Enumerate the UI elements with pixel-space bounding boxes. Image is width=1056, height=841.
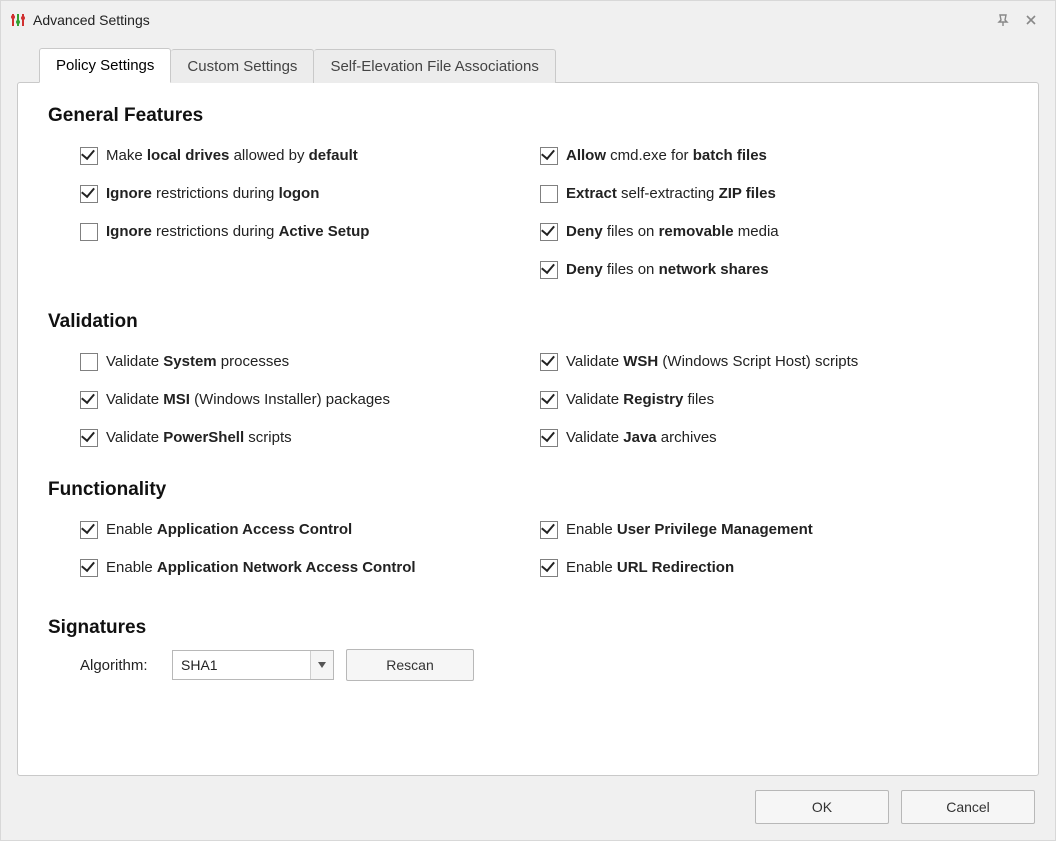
- checkbox-label: Validate Java archives: [566, 427, 717, 449]
- checkbox-option[interactable]: Allow cmd.exe for batch files: [540, 141, 1008, 171]
- checkbox-option[interactable]: Extract self-extracting ZIP files: [540, 179, 1008, 209]
- app-icon: [9, 11, 27, 29]
- checkbox-label: Enable User Privilege Management: [566, 519, 813, 541]
- checkbox-option[interactable]: Validate WSH (Windows Script Host) scrip…: [540, 347, 1008, 377]
- checkbox-label: Enable Application Access Control: [106, 519, 352, 541]
- checkbox[interactable]: [80, 521, 98, 539]
- section-title: Functionality: [48, 479, 1008, 501]
- checkbox-label: Validate PowerShell scripts: [106, 427, 292, 449]
- section-validation: Validation Validate System processesVali…: [48, 311, 1008, 457]
- client-area: Policy Settings Custom Settings Self-Ele…: [1, 37, 1055, 840]
- ok-button[interactable]: OK: [755, 790, 889, 824]
- checkbox-label: Deny files on network shares: [566, 259, 769, 281]
- checkbox-option[interactable]: Deny files on removable media: [540, 217, 1008, 247]
- functionality-right-col: Enable User Privilege Management Enable U…: [508, 511, 1008, 587]
- checkbox-label: Extract self-extracting ZIP files: [566, 183, 776, 205]
- checkbox-label: Validate System processes: [106, 351, 289, 373]
- checkbox[interactable]: [80, 391, 98, 409]
- general-right-col: Allow cmd.exe for batch files Extract sel…: [508, 137, 1008, 289]
- checkbox-option[interactable]: Enable User Privilege Management: [540, 515, 1008, 545]
- algorithm-value: SHA1: [173, 657, 310, 673]
- checkbox[interactable]: [540, 353, 558, 371]
- checkbox[interactable]: [80, 353, 98, 371]
- checkbox[interactable]: [540, 185, 558, 203]
- validation-left-col: Validate System processes Validate MSI (W…: [48, 343, 508, 457]
- tab-label: Custom Settings: [187, 58, 297, 75]
- tab-self-elevation[interactable]: Self-Elevation File Associations: [314, 49, 555, 83]
- checkbox-option[interactable]: Enable Application Access Control: [80, 515, 508, 545]
- checkbox-option[interactable]: Validate Java archives: [540, 423, 1008, 453]
- checkbox[interactable]: [80, 223, 98, 241]
- checkbox-label: Ignore restrictions during logon: [106, 183, 319, 205]
- checkbox-option[interactable]: Validate Registry files: [540, 385, 1008, 415]
- checkbox-label: Validate MSI (Windows Installer) package…: [106, 389, 390, 411]
- checkbox-label: Enable URL Redirection: [566, 557, 734, 579]
- checkbox[interactable]: [540, 391, 558, 409]
- button-label: Rescan: [386, 657, 433, 673]
- rescan-button[interactable]: Rescan: [346, 649, 474, 681]
- checkbox-label: Validate WSH (Windows Script Host) scrip…: [566, 351, 858, 373]
- checkbox[interactable]: [540, 429, 558, 447]
- checkbox-label: Deny files on removable media: [566, 221, 779, 243]
- general-left-col: Make local drives allowed by default Igno…: [48, 137, 508, 289]
- cancel-button[interactable]: Cancel: [901, 790, 1035, 824]
- checkbox-label: Allow cmd.exe for batch files: [566, 145, 767, 167]
- checkbox-option[interactable]: Ignore restrictions during logon: [80, 179, 508, 209]
- checkbox[interactable]: [540, 261, 558, 279]
- tab-custom-settings[interactable]: Custom Settings: [171, 49, 314, 83]
- section-title: Validation: [48, 311, 1008, 333]
- checkbox-option[interactable]: Deny files on network shares: [540, 255, 1008, 285]
- checkbox-option[interactable]: Validate PowerShell scripts: [80, 423, 508, 453]
- validation-right-col: Validate WSH (Windows Script Host) scrip…: [508, 343, 1008, 457]
- window-title: Advanced Settings: [33, 12, 150, 28]
- tab-label: Policy Settings: [56, 57, 154, 74]
- checkbox[interactable]: [540, 223, 558, 241]
- chevron-down-icon: [310, 651, 333, 679]
- checkbox-label: Enable Application Network Access Contro…: [106, 557, 416, 579]
- dialog-footer: OK Cancel: [17, 776, 1039, 824]
- functionality-left-col: Enable Application Access Control Enable …: [48, 511, 508, 587]
- checkbox-option[interactable]: Validate MSI (Windows Installer) package…: [80, 385, 508, 415]
- button-label: Cancel: [946, 799, 990, 815]
- section-signatures: Signatures Algorithm: SHA1 Rescan: [48, 617, 1008, 681]
- section-title: General Features: [48, 105, 1008, 127]
- tabstrip: Policy Settings Custom Settings Self-Ele…: [17, 47, 1039, 82]
- checkbox[interactable]: [80, 147, 98, 165]
- checkbox[interactable]: [80, 429, 98, 447]
- checkbox[interactable]: [80, 185, 98, 203]
- tabpanel-policy-settings: General Features Make local drives allow…: [17, 82, 1039, 776]
- checkbox[interactable]: [540, 521, 558, 539]
- tab-label: Self-Elevation File Associations: [330, 58, 538, 75]
- checkbox[interactable]: [80, 559, 98, 577]
- checkbox-label: Validate Registry files: [566, 389, 714, 411]
- close-icon[interactable]: [1017, 9, 1045, 31]
- advanced-settings-window: Advanced Settings Policy Settings Custom…: [0, 0, 1056, 841]
- section-general-features: General Features Make local drives allow…: [48, 105, 1008, 289]
- checkbox[interactable]: [540, 147, 558, 165]
- algorithm-dropdown[interactable]: SHA1: [172, 650, 334, 680]
- checkbox-option[interactable]: Enable Application Network Access Contro…: [80, 553, 508, 583]
- checkbox-option[interactable]: Ignore restrictions during Active Setup: [80, 217, 508, 247]
- checkbox[interactable]: [540, 559, 558, 577]
- checkbox-option[interactable]: Enable URL Redirection: [540, 553, 1008, 583]
- checkbox-option[interactable]: Make local drives allowed by default: [80, 141, 508, 171]
- checkbox-label: Make local drives allowed by default: [106, 145, 358, 167]
- section-title: Signatures: [48, 617, 1008, 639]
- checkbox-option[interactable]: Validate System processes: [80, 347, 508, 377]
- pin-icon[interactable]: [989, 9, 1017, 31]
- tab-policy-settings[interactable]: Policy Settings: [39, 48, 171, 83]
- section-functionality: Functionality Enable Application Access …: [48, 479, 1008, 587]
- titlebar: Advanced Settings: [1, 1, 1055, 37]
- algorithm-label: Algorithm:: [80, 657, 160, 674]
- button-label: OK: [812, 799, 832, 815]
- checkbox-label: Ignore restrictions during Active Setup: [106, 221, 369, 243]
